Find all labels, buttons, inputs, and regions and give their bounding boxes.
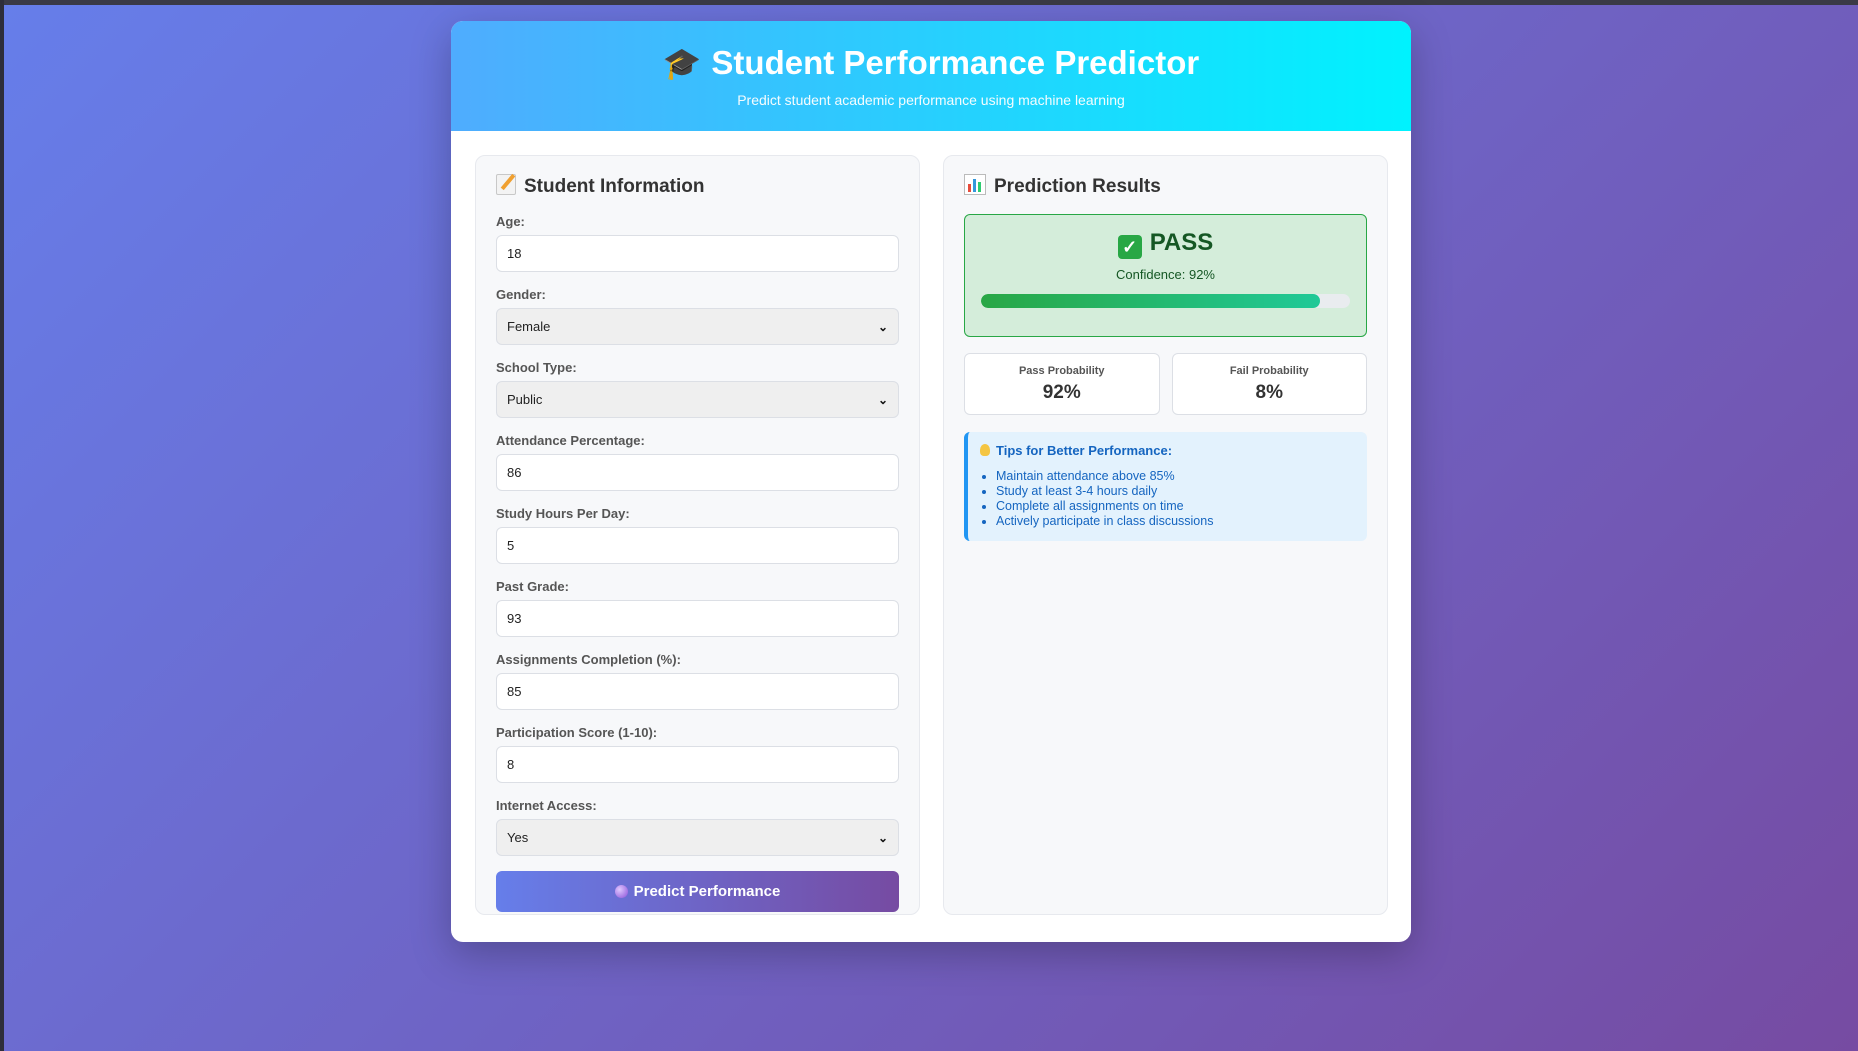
student-info-heading-row: Student Information: [496, 174, 899, 200]
tips-box: Tips for Better Performance: Maintain at…: [964, 432, 1367, 541]
pass-probability-value: 92%: [1042, 382, 1081, 403]
chevron-down-icon: ⌄: [877, 830, 888, 845]
predict-button-label: Predict Performance: [633, 883, 781, 900]
tips-title-row: Tips for Better Performance:: [980, 443, 1353, 458]
app-card: 🎓 Student Performance Predictor Predict s…: [451, 21, 1411, 942]
tip-item: Study at least 3-4 hours daily: [996, 484, 1353, 499]
student-info-heading: Student Information: [524, 176, 705, 197]
internet-selected-value: Yes: [507, 830, 529, 845]
student-info-panel: Student Information Age: Gender: Female …: [475, 155, 920, 915]
participation-field-group: Participation Score (1-10):: [496, 725, 899, 783]
attendance-field-group: Attendance Percentage:: [496, 433, 899, 491]
internet-select[interactable]: Yes ⌄: [496, 819, 899, 856]
age-input[interactable]: [496, 235, 899, 272]
memo-icon: [496, 174, 516, 195]
age-label: Age:: [496, 214, 525, 229]
school-type-select[interactable]: Public ⌄: [496, 381, 899, 418]
past-grade-field-group: Past Grade:: [496, 579, 899, 637]
internet-label: Internet Access:: [496, 798, 597, 813]
gender-label: Gender:: [496, 287, 546, 302]
tip-item: Complete all assignments on time: [996, 499, 1353, 514]
study-hours-input[interactable]: [496, 527, 899, 564]
chevron-down-icon: ⌄: [877, 392, 888, 407]
result-status-row: ✓ PASS: [965, 227, 1366, 259]
past-grade-label: Past Grade:: [496, 579, 569, 594]
window-left-edge: [0, 0, 4, 1051]
results-heading: Prediction Results: [994, 176, 1161, 197]
fail-probability-label: Fail Probability: [1229, 365, 1309, 377]
gender-selected-value: Female: [507, 319, 551, 334]
gender-field-group: Gender: Female ⌄: [496, 287, 899, 345]
confidence-text: Confidence: 92%: [1115, 267, 1215, 282]
app-header: 🎓 Student Performance Predictor Predict s…: [451, 21, 1411, 131]
attendance-label: Attendance Percentage:: [496, 433, 645, 448]
pass-probability-card: Pass Probability 92%: [964, 353, 1160, 415]
crystal-ball-icon: [614, 885, 628, 898]
tips-list: Maintain attendance above 85% Study at l…: [980, 469, 1353, 529]
attendance-input[interactable]: [496, 454, 899, 491]
participation-label: Participation Score (1-10):: [496, 725, 658, 740]
prediction-results-panel: Prediction Results ✓ PASS Confidence: 92%…: [943, 155, 1388, 915]
age-field-group: Age:: [496, 214, 899, 272]
assignments-field-group: Assignments Completion (%):: [496, 652, 899, 710]
probability-cards: Pass Probability 92% Fail Probability 8%: [964, 353, 1367, 415]
tips-title: Tips for Better Performance:: [996, 443, 1173, 458]
confidence-bar-fill: [981, 294, 1321, 308]
graduation-cap-icon: 🎓: [662, 46, 702, 81]
assignments-label: Assignments Completion (%):: [496, 652, 681, 667]
predict-button[interactable]: Predict Performance: [496, 871, 899, 912]
page-subtitle: Predict student academic performance usi…: [737, 92, 1125, 108]
tip-item: Actively participate in class discussion…: [996, 514, 1353, 529]
bar-chart-icon: [964, 174, 986, 195]
tip-item: Maintain attendance above 85%: [996, 469, 1353, 484]
assignments-input[interactable]: [496, 673, 899, 710]
window-top-edge: [0, 0, 1858, 5]
result-status-box: ✓ PASS Confidence: 92%: [964, 214, 1367, 337]
fail-probability-value: 8%: [1255, 382, 1283, 403]
page-title: Student Performance Predictor: [711, 44, 1200, 81]
check-mark-icon: ✓: [1117, 235, 1142, 259]
study-hours-field-group: Study Hours Per Day:: [496, 506, 899, 564]
light-bulb-icon: [980, 444, 990, 456]
fail-probability-card: Fail Probability 8%: [1171, 353, 1367, 415]
school-type-field-group: School Type: Public ⌄: [496, 360, 899, 418]
past-grade-input[interactable]: [496, 600, 899, 637]
school-type-selected-value: Public: [507, 392, 543, 407]
pass-probability-label: Pass Probability: [1018, 365, 1105, 377]
results-heading-row: Prediction Results: [964, 174, 1367, 200]
chevron-down-icon: ⌄: [877, 319, 888, 334]
school-type-label: School Type:: [496, 360, 577, 375]
study-hours-label: Study Hours Per Day:: [496, 506, 630, 521]
gender-select[interactable]: Female ⌄: [496, 308, 899, 345]
internet-field-group: Internet Access: Yes ⌄: [496, 798, 899, 856]
page-title-row: 🎓 Student Performance Predictor: [451, 21, 1411, 84]
confidence-bar: [981, 294, 1350, 308]
result-status: PASS: [1149, 229, 1214, 256]
participation-input[interactable]: [496, 746, 899, 783]
